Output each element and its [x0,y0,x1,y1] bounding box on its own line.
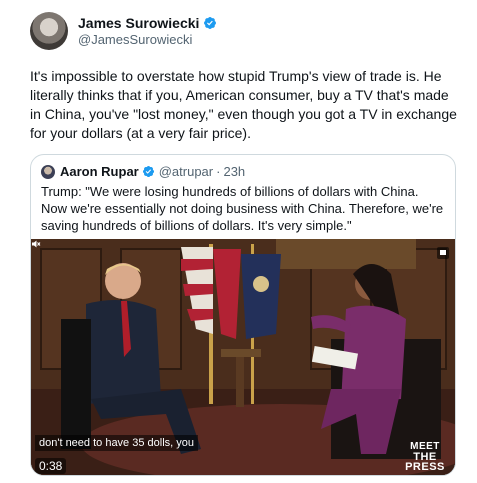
display-name-row: James Surowiecki [78,15,217,31]
verified-badge-icon [204,17,217,29]
quoted-tweet-text: Trump: "We were losing hundreds of billi… [41,184,444,233]
tweet-header: James Surowiecki @JamesSurowiecki [30,12,217,50]
author-display-name[interactable]: James Surowiecki [78,15,199,31]
quoted-tweet-header: Aaron Rupar @atrupar · 23h [41,164,245,179]
separator-dot: · [216,164,221,179]
quoted-author-handle[interactable]: @atrupar [159,164,213,179]
video-caption: don't need to have 35 dolls, you [35,435,198,451]
verified-badge-icon [142,165,154,178]
quoted-timestamp[interactable]: 23h [223,164,245,179]
author-handle[interactable]: @JamesSurowiecki [78,32,217,47]
quoted-author-avatar[interactable] [41,164,55,179]
author-avatar[interactable] [30,12,68,50]
video-time: 0:38 [35,458,67,474]
video-player[interactable]: don't need to have 35 dolls, you 0:38 ME… [31,239,455,475]
quoted-tweet[interactable]: Aaron Rupar @atrupar · 23h Trump: "We we… [30,154,456,476]
logo-line-2: THE PRESS [405,451,445,473]
author-names: James Surowiecki @JamesSurowiecki [78,15,217,47]
speaker-muted-icon[interactable] [31,239,41,249]
tweet-text: It's impossible to overstate how stupid … [30,68,457,141]
expand-icon[interactable] [437,247,449,259]
quoted-author-display-name[interactable]: Aaron Rupar [60,164,139,179]
meet-the-press-logo: MEET THE PRESS [395,442,455,473]
